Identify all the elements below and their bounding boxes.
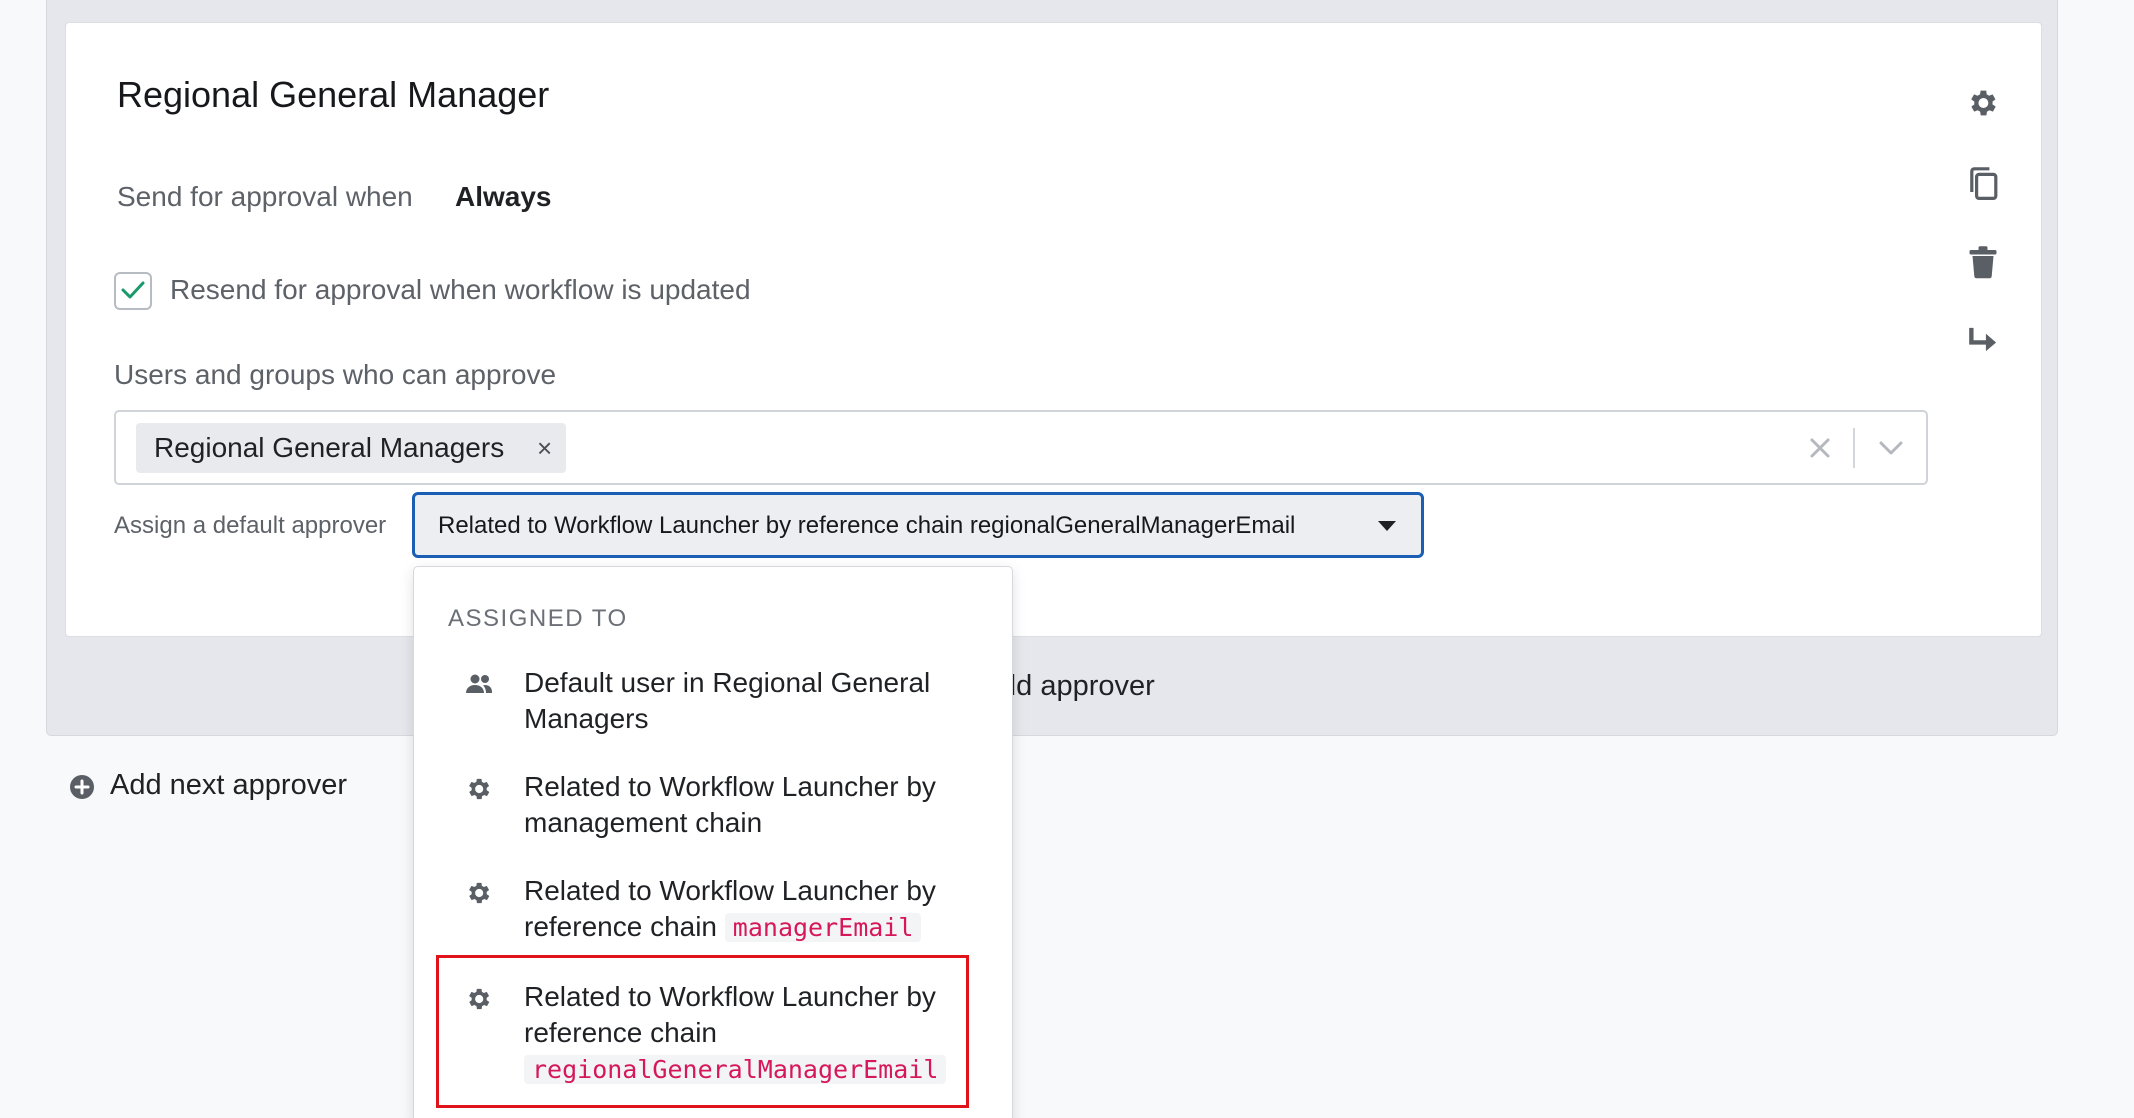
remove-tag-button[interactable]: ×: [537, 423, 552, 473]
default-approver-select[interactable]: Related to Workflow Launcher by referenc…: [412, 492, 1424, 558]
group-tag: Regional General Managers ×: [136, 423, 567, 473]
plus-circle-icon: [70, 775, 94, 799]
add-next-approver-label: Add next approver: [110, 769, 347, 801]
approvers-field-label: Users and groups who can approve: [114, 359, 557, 390]
send-condition-value[interactable]: Always: [455, 181, 552, 213]
separator: [1853, 428, 1855, 468]
menu-option-line1: Related to Workflow Launcher by: [524, 875, 936, 906]
chevron-down-icon[interactable]: [1876, 436, 1906, 460]
menu-option-line1: Related to Workflow Launcher by: [524, 771, 936, 802]
copy-icon[interactable]: [1967, 166, 1999, 202]
menu-option-label: Default user in Regional General Manager…: [524, 665, 984, 737]
clear-icon[interactable]: [1806, 434, 1834, 462]
add-approver-link[interactable]: dd approver: [1000, 670, 1155, 703]
menu-option-line2: Managers: [524, 703, 649, 734]
gear-icon: [469, 778, 490, 800]
menu-option-line2: reference chain: [524, 911, 718, 942]
menu-option-line2: management chain: [524, 807, 763, 838]
checkmark-icon: [121, 281, 145, 299]
approver-title: Regional General Manager: [117, 74, 550, 115]
approval-workflow-page: Regional General Manager Send for approv…: [0, 0, 2134, 1118]
menu-option-label: Related to Workflow Launcher by manageme…: [524, 769, 984, 841]
default-approver-label: Assign a default approver: [114, 512, 387, 539]
resend-checkbox[interactable]: [114, 272, 152, 310]
gear-icon: [469, 882, 490, 904]
redirect-arrow-icon[interactable]: [1967, 326, 1999, 356]
field-name-code: managerEmail: [724, 913, 922, 942]
group-tag-label: Regional General Managers: [154, 432, 505, 463]
trash-icon[interactable]: [1968, 245, 1998, 279]
default-approver-value: Related to Workflow Launcher by referenc…: [438, 512, 1296, 539]
caret-down-icon: [1378, 521, 1396, 531]
highlight-annotation-box: [436, 955, 969, 1108]
menu-heading: ASSIGNED TO: [448, 605, 628, 632]
send-condition-label: Send for approval when: [117, 181, 413, 212]
menu-option-label: Related to Workflow Launcher by referenc…: [524, 873, 984, 946]
users-icon: [466, 674, 492, 693]
menu-option-line1: Default user in Regional General: [524, 667, 931, 698]
approvers-multiselect[interactable]: Regional General Managers ×: [114, 410, 1928, 485]
gear-icon[interactable]: [1965, 86, 1999, 120]
resend-label: Resend for approval when workflow is upd…: [170, 274, 751, 305]
